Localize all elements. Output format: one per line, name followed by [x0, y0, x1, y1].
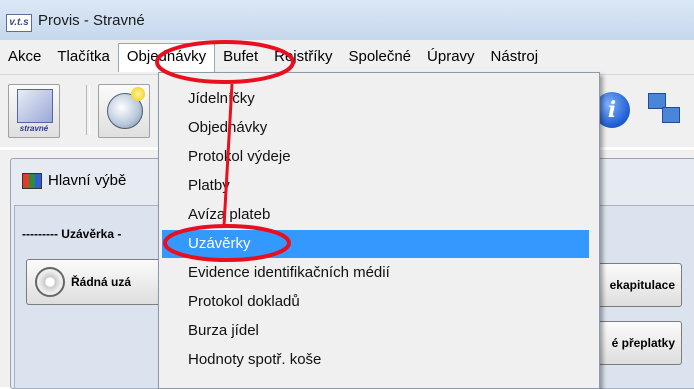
menu-item-objednavky[interactable]: Objednávky [162, 114, 589, 142]
window-title: Provis - Stravné [38, 12, 145, 29]
monitor-icon [662, 107, 680, 123]
menu-spolecne[interactable]: Společné [340, 44, 419, 70]
menu-item-evidence-medii[interactable]: Evidence identifikačních médií [162, 259, 589, 287]
menu-upravy[interactable]: Úpravy [419, 44, 483, 70]
menu-item-platby[interactable]: Platby [162, 172, 589, 200]
menu-item-protokol-vydeje[interactable]: Protokol výdeje [162, 143, 589, 171]
menu-rejstriky[interactable]: Rejstříky [266, 44, 340, 70]
menu-item-jidelnicky[interactable]: Jídelníčky [162, 85, 589, 113]
menu-item-aviza-plateb[interactable]: Avíza plateb [162, 201, 589, 229]
rekapitulace-label: ekapitulace [609, 278, 675, 292]
menu-nastroje[interactable]: Nástroj [483, 44, 547, 70]
stravne-label: stravné [19, 124, 49, 133]
disc-icon [35, 267, 65, 297]
menu-akce[interactable]: Akce [0, 44, 49, 70]
menu-item-hodnoty-kose[interactable]: Hodnoty spotř. koše [162, 346, 589, 374]
toolbar-separator [86, 85, 90, 135]
panel-header: Hlavní výbě [22, 172, 126, 189]
menu-item-burza-jidel[interactable]: Burza jídel [162, 317, 589, 345]
menu-item-protokol-dokladu[interactable]: Protokol dokladů [162, 288, 589, 316]
window-icon [22, 172, 42, 189]
menu-bar: Akce Tlačítka Objednávky Bufet Rejstříky… [0, 40, 694, 74]
menu-tlacitka[interactable]: Tlačítka [49, 44, 118, 70]
stravne-icon [17, 89, 53, 123]
title-bar: v.t.s Provis - Stravné [0, 0, 694, 40]
menu-objednavky[interactable]: Objednávky [117, 42, 216, 72]
clock-button[interactable] [98, 84, 150, 138]
radna-uzaverka-label: Řádná uzá [71, 275, 132, 289]
panel-title: Hlavní výbě [48, 172, 127, 189]
section-title: --------- Uzávěrka - [22, 227, 122, 241]
radna-uzaverka-button[interactable]: Řádná uzá [26, 259, 168, 305]
network-icon[interactable] [642, 93, 682, 127]
menu-bufet[interactable]: Bufet [215, 44, 266, 70]
stravne-button[interactable]: stravné [8, 84, 60, 138]
app-logo-icon: v.t.s [6, 14, 32, 32]
preplatky-label: é přeplatky [611, 336, 675, 350]
objednavky-dropdown: Jídelníčky Objednávky Protokol výdeje Pl… [158, 72, 600, 389]
menu-item-uzaverky[interactable]: Uzávěrky [162, 230, 589, 258]
sun-icon [131, 87, 145, 101]
